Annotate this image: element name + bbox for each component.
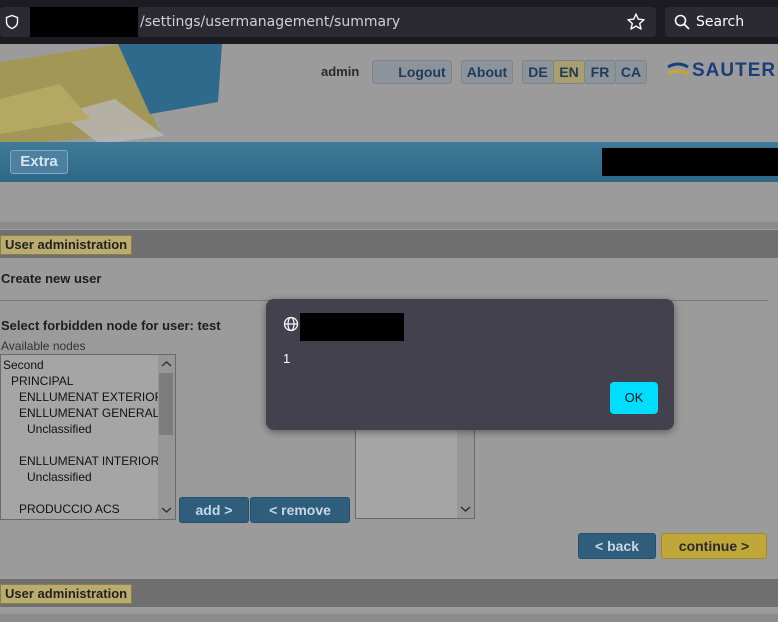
header-artwork [0, 44, 230, 144]
search-icon [674, 14, 690, 30]
lang-fr-button[interactable]: FR [584, 60, 616, 84]
remove-button[interactable]: < remove [250, 497, 350, 523]
url-text[interactable]: /settings/usermanagement/summary [140, 14, 400, 30]
navigation-bar: Extra [0, 142, 778, 182]
ok-button[interactable]: OK [610, 382, 658, 414]
section-header: User administration [0, 230, 778, 258]
redacted-area [602, 148, 778, 176]
scroll-down-icon[interactable] [457, 502, 474, 516]
section-header: User administration [0, 579, 778, 607]
list-item[interactable]: Unclassified [27, 422, 92, 436]
logout-label: Logout [398, 64, 446, 80]
section-label: User administration [0, 584, 133, 604]
brand-swoosh-icon [667, 62, 689, 76]
shield-icon[interactable] [4, 14, 20, 30]
add-button[interactable]: add > [179, 497, 249, 523]
brand-logo: SAUTER [666, 58, 778, 84]
globe-icon [283, 316, 299, 332]
search-label: Search [696, 14, 745, 30]
scroll-down-icon[interactable] [158, 503, 175, 517]
extra-button[interactable]: Extra [10, 150, 68, 174]
browser-toolbar: /settings/usermanagement/summary Search [0, 0, 778, 44]
scrollbar-thumb[interactable] [159, 373, 173, 435]
redacted-dialog-title [300, 313, 404, 341]
dialog-message: 1 [283, 351, 291, 366]
list-item[interactable]: ENLLUMENAT INTERIOR [19, 454, 159, 468]
bookmark-star-icon[interactable] [626, 12, 646, 32]
back-button[interactable]: < back [578, 533, 656, 559]
address-bar[interactable]: /settings/usermanagement/summary [0, 7, 656, 37]
list-item[interactable]: Unclassified [27, 470, 92, 484]
lang-ca-button[interactable]: CA [615, 60, 647, 84]
about-button[interactable]: About [461, 60, 513, 84]
username-label: admin [321, 64, 360, 79]
lang-de-button[interactable]: DE [522, 60, 554, 84]
redacted-host [30, 7, 138, 37]
logout-button[interactable]: Logout [372, 60, 452, 84]
section-label: User administration [0, 235, 133, 255]
page-title: Create new user [1, 271, 102, 286]
alert-dialog: 1 OK [266, 299, 674, 430]
list-item[interactable]: ENLLUMENAT GENERAL [19, 406, 159, 420]
list-item[interactable]: PRINCIPAL [11, 374, 73, 388]
brand-name: SAUTER [692, 60, 777, 81]
continue-button[interactable]: continue > [661, 533, 767, 559]
available-nodes-list[interactable]: Second PRINCIPAL ENLLUMENAT EXTERIOR ENL… [0, 354, 176, 520]
scroll-up-icon[interactable] [158, 357, 175, 371]
list-item[interactable]: PRODUCCIO ACS [19, 502, 120, 516]
list-scrollbar[interactable] [457, 415, 474, 518]
lang-en-button[interactable]: EN [553, 60, 585, 84]
divider-strip [0, 614, 778, 622]
search-box[interactable]: Search [665, 7, 778, 37]
list-item[interactable]: Second [3, 358, 44, 372]
divider-strip [0, 222, 778, 229]
list-item[interactable]: ENLLUMENAT EXTERIOR [19, 390, 163, 404]
forbidden-node-label: Select forbidden node for user: test [1, 318, 221, 333]
list-scrollbar[interactable] [158, 355, 175, 519]
available-nodes-label: Available nodes [1, 339, 86, 353]
